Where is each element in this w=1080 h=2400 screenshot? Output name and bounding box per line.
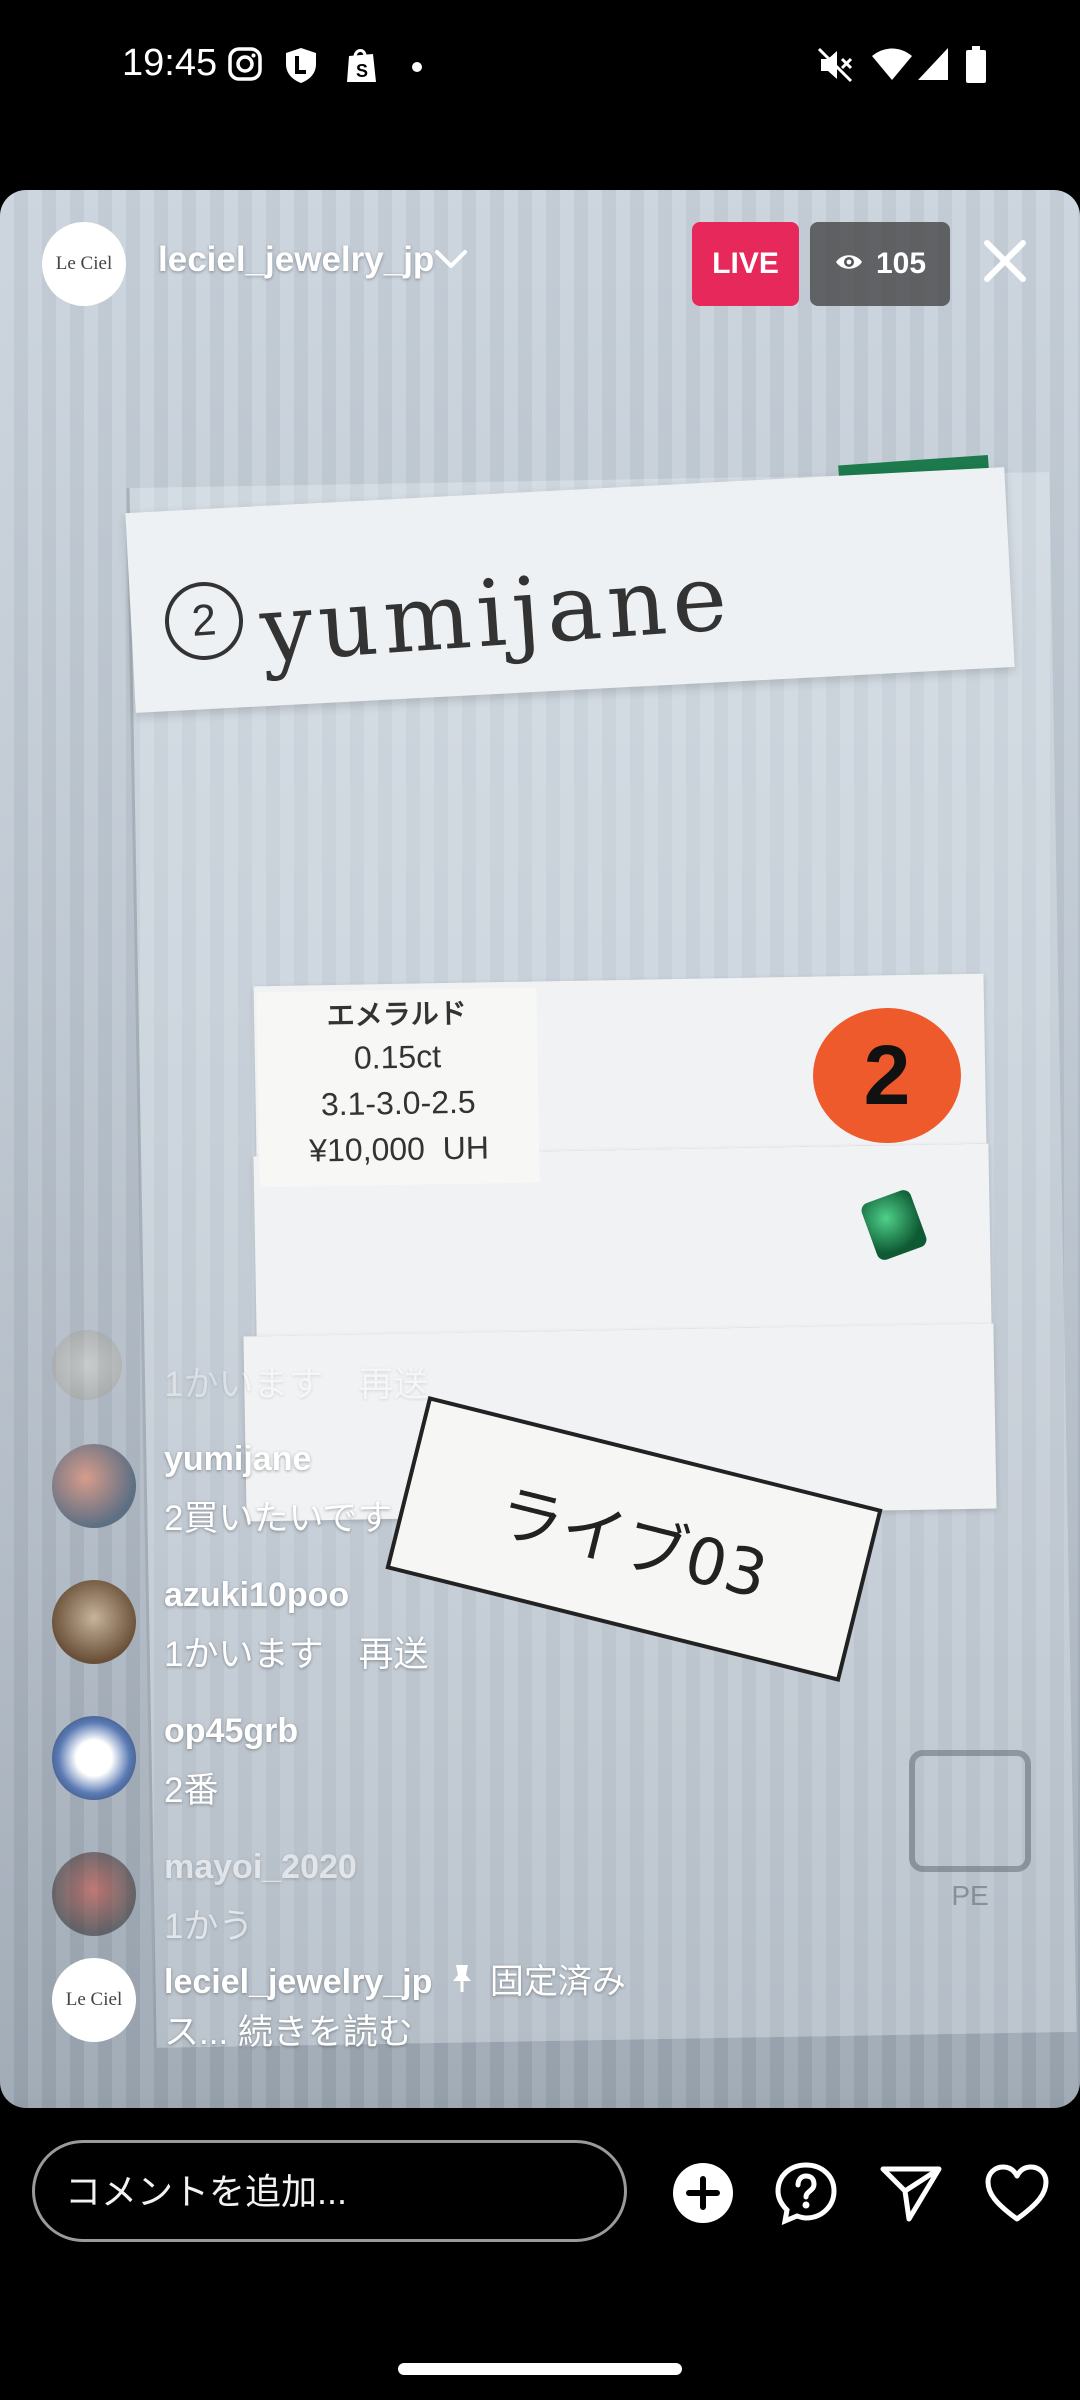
avatar: [52, 1330, 122, 1400]
recycle-text: PE: [951, 1880, 989, 1911]
number-sticker: 2: [813, 1008, 961, 1143]
comment-item: yumijane 2買いたいです: [52, 1430, 952, 1540]
status-time: 19:45: [122, 42, 218, 84]
instagram-icon: [227, 46, 263, 87]
comment-username[interactable]: leciel_jewelry_jp 固定済み: [164, 1954, 626, 2003]
host-username[interactable]: leciel_jewelry_jp: [158, 240, 434, 280]
pin-icon: [450, 1963, 474, 2001]
shield-l-icon: [283, 46, 319, 89]
close-button[interactable]: [970, 228, 1040, 298]
price-label-line: 0.15ct: [353, 1038, 442, 1076]
question-bubble-icon: [774, 2161, 838, 2230]
avatar[interactable]: Le Ciel: [52, 1958, 136, 2042]
pinned-comment-text[interactable]: ス... 続きを読む: [164, 2004, 413, 2055]
add-circle-icon: [671, 2161, 735, 2230]
send-icon: [879, 2161, 943, 2230]
comment-item: azuki10poo 1かいます 再送: [52, 1566, 952, 1676]
avatar[interactable]: [52, 1716, 136, 1800]
add-button[interactable]: [668, 2160, 738, 2230]
live-video[interactable]: 2 yumijane エメラルド 0.15ct 3.1-3.0-2.5 ¥10,…: [0, 190, 1080, 2108]
close-icon: [981, 237, 1029, 290]
comment-username[interactable]: yumijane: [164, 1440, 311, 1479]
comment-item: mayoi_2020 1かう: [52, 1838, 952, 1948]
host-avatar[interactable]: Le Ciel: [42, 222, 126, 306]
comment-text: 2買いたいです: [164, 1499, 393, 1538]
chevron-down-icon[interactable]: [433, 248, 469, 277]
viewer-count-badge[interactable]: 105: [810, 222, 950, 306]
comment-text: 1かいます 再送: [164, 1365, 429, 1404]
comment-item: 1かいます 再送: [52, 1330, 952, 1405]
eye-icon: [834, 247, 864, 281]
wifi-icon: [870, 46, 914, 87]
home-indicator[interactable]: [398, 2363, 682, 2375]
comment-username[interactable]: azuki10poo: [164, 1576, 349, 1615]
comment-item: op45grb 2番: [52, 1702, 952, 1812]
question-button[interactable]: [771, 2160, 841, 2230]
comment-text: 1かいます 再送: [164, 1635, 429, 1674]
dot-icon: [411, 60, 423, 78]
comment-input-container[interactable]: [32, 2140, 627, 2242]
avatar[interactable]: [52, 1580, 136, 1664]
live-badge: LIVE: [692, 222, 799, 306]
heart-icon: [985, 2163, 1049, 2228]
avatar[interactable]: [52, 1444, 136, 1528]
pinned-comment[interactable]: Le Ciel leciel_jewelry_jp 固定済み ス... 続きを読…: [52, 1944, 952, 2054]
avatar[interactable]: [52, 1852, 136, 1936]
signal-icon: [916, 46, 950, 87]
like-button[interactable]: [982, 2160, 1052, 2230]
comment-text: 1かう: [164, 1907, 254, 1946]
pinned-label: 固定済み: [489, 1963, 626, 2001]
comment-input[interactable]: [63, 2143, 607, 2241]
price-label-line: ¥10,000 UH: [308, 1129, 490, 1169]
viewer-count: 105: [875, 247, 927, 280]
pinned-username[interactable]: leciel_jewelry_jp: [164, 1963, 432, 2001]
price-label-line: エメラルド: [326, 997, 467, 1032]
comment-username[interactable]: op45grb: [164, 1712, 298, 1751]
shopify-bag-icon: S: [343, 46, 379, 89]
battery-icon: [965, 46, 987, 89]
mute-icon: [815, 46, 855, 89]
comment-text: 2番: [164, 1771, 219, 1810]
price-label-line: 3.1-3.0-2.5: [320, 1083, 476, 1123]
comment-username[interactable]: mayoi_2020: [164, 1848, 357, 1887]
svg-text:S: S: [356, 61, 368, 81]
status-bar: 19:45 S: [0, 0, 1080, 135]
share-button[interactable]: [876, 2160, 946, 2230]
price-label: エメラルド 0.15ct 3.1-3.0-2.5 ¥10,000 UH: [256, 987, 540, 1188]
